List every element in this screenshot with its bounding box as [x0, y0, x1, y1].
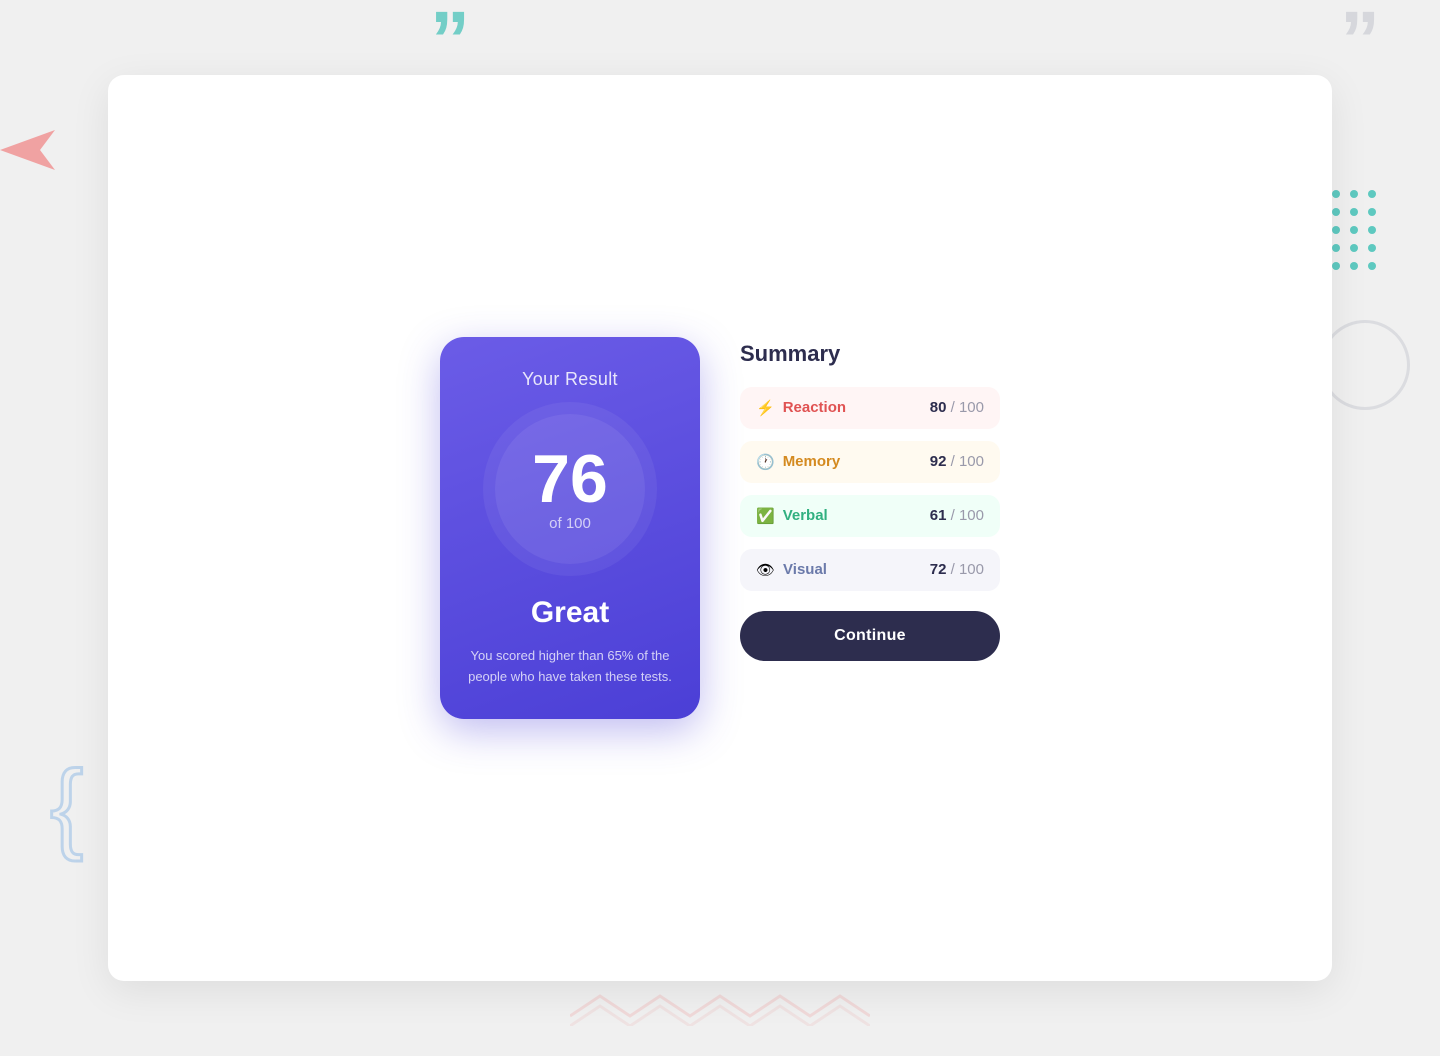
visual-score: 72 / 100: [930, 561, 984, 578]
continue-button[interactable]: Continue: [740, 611, 1000, 661]
deco-quote-right: ”: [1340, 0, 1380, 80]
main-panel: Your Result 76 of 100 Great You scored h…: [108, 75, 1332, 981]
deco-circle-right: [1320, 320, 1410, 410]
content-wrapper: Your Result 76 of 100 Great You scored h…: [440, 337, 1000, 720]
visual-icon: 👁: [756, 561, 775, 579]
memory-score-main: 92: [930, 453, 947, 470]
item-left-verbal: ✅ Verbal: [756, 507, 828, 525]
summary-item-memory: 🕐 Memory 92 / 100: [740, 441, 1000, 483]
score-of: of 100: [549, 515, 591, 532]
verbal-score-total: / 100: [951, 507, 984, 524]
result-description: You scored higher than 65% of the people…: [464, 646, 676, 688]
summary-item-visual: 👁 Visual 72 / 100: [740, 549, 1000, 591]
visual-score-main: 72: [930, 561, 947, 578]
visual-score-total: / 100: [951, 561, 984, 578]
summary-panel: Summary ⚡ Reaction 80 / 100 �: [740, 337, 1000, 720]
summary-item-verbal: ✅ Verbal 61 / 100: [740, 495, 1000, 537]
reaction-icon: ⚡: [756, 399, 775, 417]
result-title: Your Result: [522, 369, 618, 390]
deco-curly-blue: {: [50, 756, 83, 856]
verbal-icon: ✅: [756, 507, 775, 525]
verbal-score-main: 61: [930, 507, 947, 524]
item-left-visual: 👁 Visual: [756, 561, 827, 579]
item-left-reaction: ⚡ Reaction: [756, 399, 846, 417]
result-grade: Great: [531, 596, 609, 630]
memory-icon: 🕐: [756, 453, 775, 471]
deco-quote-teal: ”: [430, 0, 470, 80]
score-circle: 76 of 100: [495, 414, 645, 564]
reaction-label: Reaction: [783, 399, 846, 416]
visual-label: Visual: [783, 561, 827, 578]
reaction-score-main: 80: [930, 399, 947, 416]
summary-item-reaction: ⚡ Reaction 80 / 100: [740, 387, 1000, 429]
memory-label: Memory: [783, 453, 841, 470]
summary-title: Summary: [740, 341, 1000, 367]
memory-score-total: / 100: [951, 453, 984, 470]
deco-zigzag: [570, 986, 870, 1026]
memory-score: 92 / 100: [930, 453, 984, 470]
verbal-score: 61 / 100: [930, 507, 984, 524]
summary-items: ⚡ Reaction 80 / 100 🕐 Memory 92: [740, 387, 1000, 591]
score-number: 76: [532, 445, 608, 513]
deco-arrow-pink: [0, 130, 55, 170]
reaction-score: 80 / 100: [930, 399, 984, 416]
item-left-memory: 🕐 Memory: [756, 453, 840, 471]
result-card: Your Result 76 of 100 Great You scored h…: [440, 337, 700, 720]
verbal-label: Verbal: [783, 507, 828, 524]
reaction-score-total: / 100: [951, 399, 984, 416]
